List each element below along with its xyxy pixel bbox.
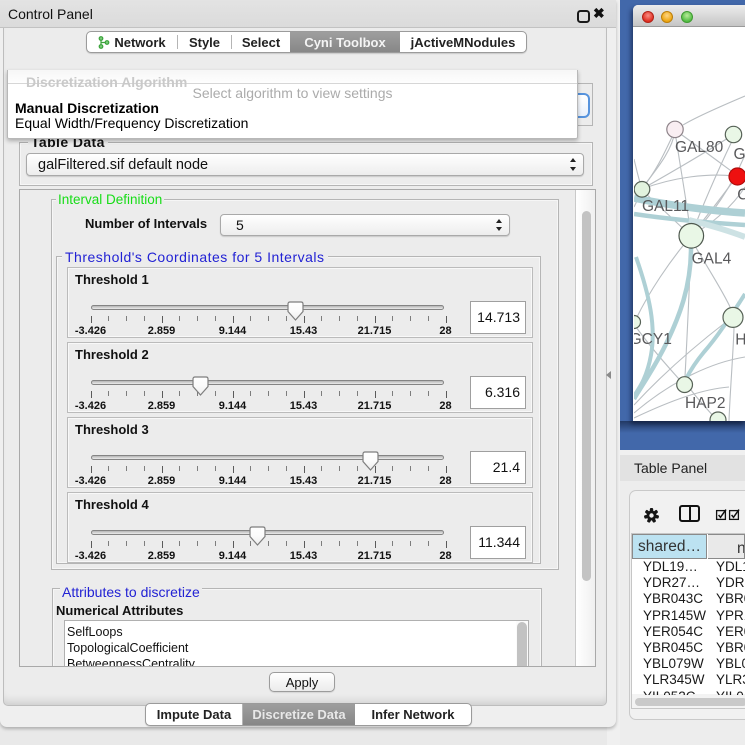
svg-text:CR: CR xyxy=(737,187,745,204)
svg-text:GAL11: GAL11 xyxy=(642,198,689,215)
svg-text:GCY1: GCY1 xyxy=(634,331,672,348)
svg-text:HAP2: HAP2 xyxy=(685,395,726,412)
svg-text:GAL80: GAL80 xyxy=(675,139,724,156)
svg-text:GAL: GAL xyxy=(734,146,745,163)
svg-text:HIS: HIS xyxy=(735,332,745,349)
svg-text:GAL4: GAL4 xyxy=(692,251,732,268)
